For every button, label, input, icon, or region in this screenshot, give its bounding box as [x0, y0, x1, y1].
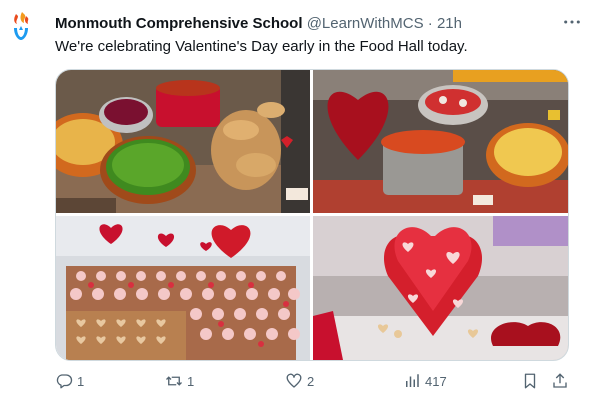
reply-button[interactable]: 1	[55, 370, 84, 392]
author-handle[interactable]: @LearnWithMCS	[307, 15, 424, 32]
retweet-count: 1	[187, 373, 195, 389]
header-separator: ·	[427, 15, 433, 32]
photo-hot-counter[interactable]	[313, 70, 568, 213]
school-logo-icon	[14, 12, 29, 40]
retweet-button[interactable]: 1	[165, 370, 194, 392]
share-button[interactable]	[551, 370, 573, 392]
views-count: 417	[425, 373, 447, 389]
share-icon	[553, 373, 567, 388]
tweet: Monmouth Comprehensive School @LearnWith…	[0, 0, 599, 405]
like-button[interactable]: 2	[285, 370, 314, 392]
tweet-header: Monmouth Comprehensive School @LearnWith…	[55, 15, 462, 33]
photo-cupcakes[interactable]	[56, 216, 310, 360]
tweet-timestamp[interactable]: 21h	[437, 15, 462, 32]
heart-icon	[286, 373, 302, 388]
views-button[interactable]: 417	[403, 370, 447, 392]
author-name[interactable]: Monmouth Comprehensive School	[55, 15, 303, 32]
avatar[interactable]	[10, 12, 32, 42]
bookmark-button[interactable]	[521, 370, 543, 392]
photo-heart-cake[interactable]	[313, 216, 568, 360]
tweet-text: We're celebrating Valentine's Day early …	[55, 38, 468, 55]
bookmark-icon	[524, 373, 536, 389]
reply-count: 1	[77, 373, 85, 389]
more-dots-icon[interactable]	[560, 12, 584, 32]
photo-food-dishes[interactable]	[56, 70, 310, 213]
action-bar: 1 1 2 417	[55, 370, 575, 392]
retweet-icon	[166, 376, 182, 386]
views-chart-icon	[406, 374, 419, 387]
like-count: 2	[307, 373, 315, 389]
media-grid	[55, 69, 569, 361]
reply-icon	[56, 374, 73, 389]
